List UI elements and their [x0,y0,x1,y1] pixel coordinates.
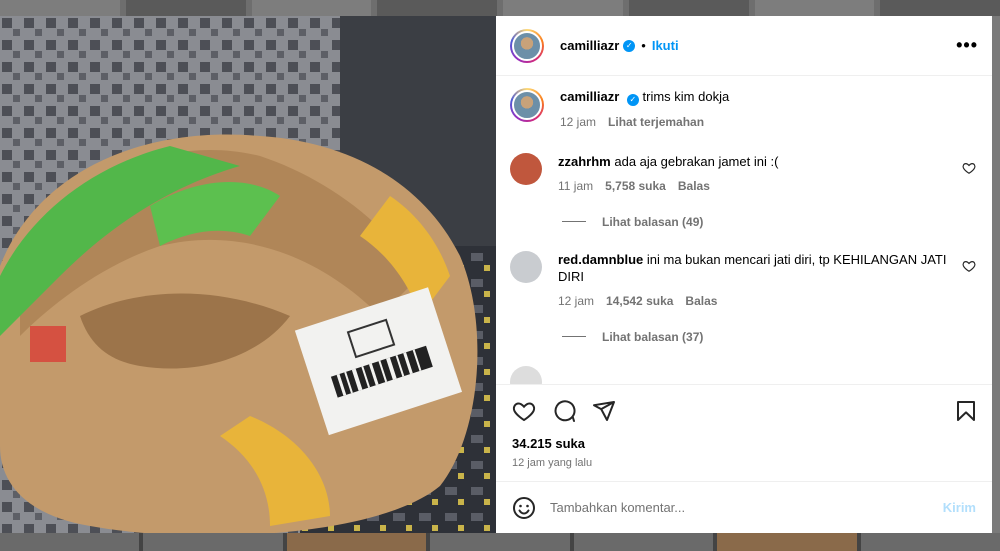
see-translation-link[interactable]: Lihat terjemahan [608,114,704,131]
caption-time: 12 jam [560,114,597,129]
more-options-icon[interactable]: ••• [956,35,978,56]
comment-username[interactable]: zzahrhm [558,154,611,169]
post-actions [496,384,992,436]
next-comment-avatar [510,366,542,384]
comment-heart-icon[interactable] [962,259,976,273]
like-count[interactable]: 34.215 suka [496,436,992,451]
author-avatar[interactable] [510,28,544,63]
reply-button[interactable]: Balas [685,293,717,310]
post-comment-button[interactable]: Kirim [943,500,976,515]
post-side-panel: camilliazr ✓ • Ikuti ••• camilliazr ✓ tr… [496,16,992,533]
comment-icon[interactable] [552,399,576,423]
commenter-avatar[interactable] [510,250,542,283]
post-header: camilliazr ✓ • Ikuti ••• [496,16,992,76]
comment-likes[interactable]: 5,758 suka [605,178,666,195]
bookmark-icon[interactable] [954,399,978,423]
post-time: 12 jam yang lalu [512,457,593,469]
comment-heart-icon[interactable] [962,161,976,175]
comment-item: red.damnblue ini ma bukan mencari jati d… [510,250,976,310]
verified-badge-icon: ✓ [623,39,636,52]
comment-item: zzahrhm ada aja gebrakan jamet ini :( 11… [510,152,976,195]
caption-username[interactable]: camilliazr [560,89,619,104]
follow-button[interactable]: Ikuti [652,38,679,53]
view-replies-button[interactable]: Lihat balasan (49) [562,215,976,229]
comment-text: ada aja gebrakan jamet ini :( [614,153,779,169]
post-photo[interactable] [0,16,496,533]
comment-username[interactable]: red.damnblue [558,252,643,267]
comment-likes[interactable]: 14,542 suka [606,293,673,310]
verified-badge-icon: ✓ [626,93,639,106]
view-replies-button[interactable]: Lihat balasan (37) [562,330,976,344]
author-username[interactable]: camilliazr [560,38,619,53]
comments-list[interactable]: camilliazr ✓ trims kim dokja 12 jam Liha… [496,76,992,384]
add-comment-bar: Kirim [496,481,992,533]
comment-input[interactable] [550,500,943,515]
caption-avatar[interactable] [510,88,544,122]
caption-text: trims kim dokja [642,89,730,104]
emoji-icon[interactable] [512,496,536,520]
comment-time: 12 jam [558,293,595,308]
post-modal: camilliazr ✓ • Ikuti ••• camilliazr ✓ tr… [0,16,992,533]
caption: camilliazr ✓ trims kim dokja 12 jam Liha… [510,88,976,131]
comment-time: 11 jam [558,178,594,193]
reply-button[interactable]: Balas [678,178,710,195]
feed-thumbnails-top [0,0,1000,16]
feed-thumbnails-bottom [0,533,1000,551]
paper-plane-icon[interactable] [592,399,616,423]
header-separator: • [641,38,646,53]
commenter-avatar[interactable] [510,152,542,185]
feed-thumbnail-edge [992,16,1000,533]
post-photo-illustration [0,16,496,533]
heart-icon[interactable] [512,399,536,423]
